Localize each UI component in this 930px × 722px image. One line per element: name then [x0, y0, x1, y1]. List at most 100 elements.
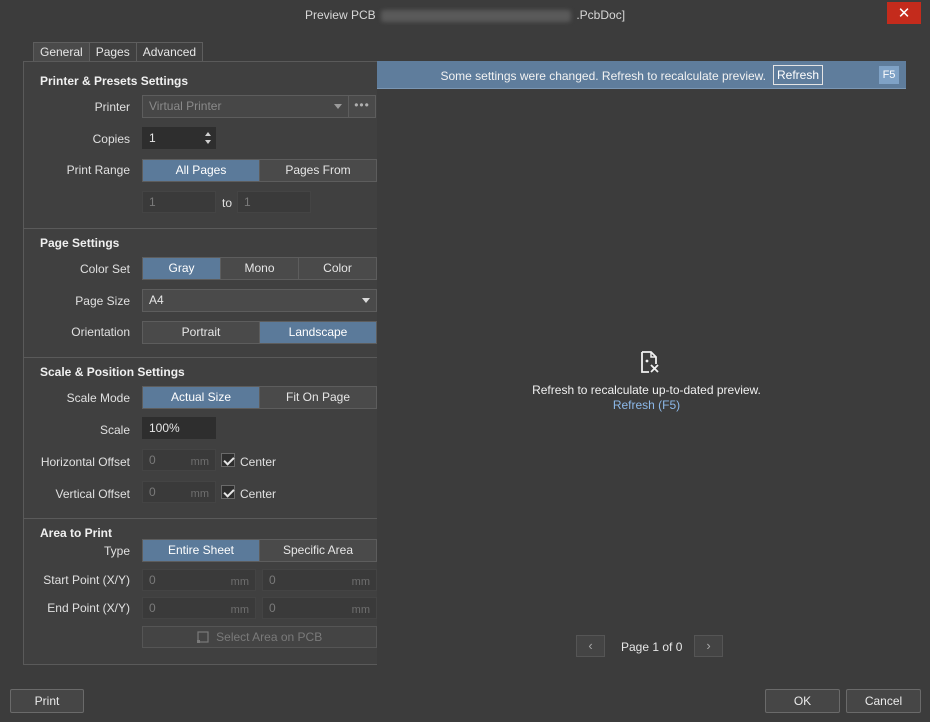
unit-label: mm: [230, 604, 249, 616]
start-y-input[interactable]: 0 mm: [262, 569, 377, 591]
start-x-value: 0: [149, 573, 156, 587]
scale-position-section: Scale & Position Settings Scale Mode Act…: [24, 358, 392, 519]
unit-label: mm: [351, 576, 370, 588]
copies-label: Copies: [92, 132, 130, 146]
area-to-print-section: Area to Print Type Entire Sheet Specific…: [24, 519, 392, 664]
horizontal-offset-input[interactable]: 0 mm: [142, 449, 216, 471]
unit-label: mm: [351, 604, 370, 616]
tab-bar: General Pages Advanced: [33, 42, 204, 61]
spin-down-icon[interactable]: [205, 140, 211, 144]
document-error-icon: [641, 351, 659, 373]
ok-button[interactable]: OK: [765, 689, 840, 713]
print-range-pages-from[interactable]: Pages From: [260, 160, 376, 181]
banner-message: Some settings were changed. Refresh to r…: [440, 69, 766, 83]
print-range-selector: All Pages Pages From: [142, 159, 377, 182]
vertical-center-checkbox[interactable]: [221, 485, 235, 499]
previous-page-button[interactable]: ‹: [576, 635, 605, 657]
end-y-input[interactable]: 0 mm: [262, 597, 377, 619]
print-range-label: Print Range: [66, 163, 130, 177]
vertical-offset-input[interactable]: 0 mm: [142, 481, 216, 503]
color-set-gray[interactable]: Gray: [143, 258, 221, 279]
tab-general[interactable]: General: [33, 42, 90, 61]
orientation-landscape[interactable]: Landscape: [260, 322, 376, 343]
copies-spinner[interactable]: 1: [142, 127, 216, 149]
printer-value: Virtual Printer: [149, 99, 222, 113]
next-page-button[interactable]: ›: [694, 635, 723, 657]
ellipsis-icon: •••: [354, 98, 370, 112]
scale-mode-label: Scale Mode: [66, 391, 130, 405]
printer-dropdown[interactable]: Virtual Printer: [142, 95, 349, 118]
color-set-mono[interactable]: Mono: [221, 258, 299, 279]
select-area-button[interactable]: Select Area on PCB: [142, 626, 377, 648]
scale-value: 100%: [149, 421, 180, 435]
area-type-selector: Entire Sheet Specific Area: [142, 539, 377, 562]
select-area-label: Select Area on PCB: [216, 630, 323, 644]
section-title: Page Settings: [40, 236, 120, 250]
unit-label: mm: [190, 488, 209, 500]
window-title-suffix: .PcbDoc]: [576, 8, 626, 22]
title-bar: Preview PCB .PcbDoc] ✕: [0, 0, 930, 30]
preview-panel: Some settings were changed. Refresh to r…: [377, 61, 906, 665]
end-y-value: 0: [269, 601, 276, 615]
banner-refresh-button[interactable]: Refresh: [773, 65, 823, 85]
orientation-portrait[interactable]: Portrait: [143, 322, 260, 343]
printer-more-button[interactable]: •••: [348, 95, 376, 118]
end-point-label: End Point (X/Y): [47, 601, 130, 615]
page-size-dropdown[interactable]: A4: [142, 289, 377, 312]
start-point-label: Start Point (X/Y): [43, 573, 130, 587]
scale-label: Scale: [99, 423, 130, 437]
chevron-down-icon: [362, 298, 370, 303]
vertical-offset-value: 0: [149, 485, 156, 499]
tab-advanced[interactable]: Advanced: [135, 42, 204, 61]
start-x-input[interactable]: 0 mm: [142, 569, 256, 591]
range-from-value: 1: [149, 195, 156, 209]
range-from-input[interactable]: 1: [142, 191, 216, 213]
page-size-label: Page Size: [75, 294, 130, 308]
tab-pages[interactable]: Pages: [88, 42, 137, 61]
page-size-value: A4: [149, 293, 164, 307]
settings-panel: Printer & Presets Settings Printer Virtu…: [23, 61, 393, 665]
scale-mode-selector: Actual Size Fit On Page: [142, 386, 377, 409]
vertical-offset-label: Vertical Offset: [55, 487, 130, 501]
preview-message: Refresh to recalculate up-to-dated previ…: [532, 383, 761, 397]
range-to-label: to: [221, 196, 232, 210]
horizontal-center-checkbox[interactable]: [221, 453, 235, 467]
scale-mode-actual-size[interactable]: Actual Size: [143, 387, 260, 408]
vertical-center-label: Center: [240, 487, 277, 501]
color-set-color[interactable]: Color: [299, 258, 376, 279]
scale-input[interactable]: 100%: [142, 417, 216, 439]
range-to-input[interactable]: 1: [237, 191, 311, 213]
color-set-selector: Gray Mono Color: [142, 257, 377, 280]
area-type-specific-area[interactable]: Specific Area: [260, 540, 376, 561]
settings-changed-banner: Some settings were changed. Refresh to r…: [377, 61, 906, 89]
section-title: Printer & Presets Settings: [40, 74, 189, 88]
start-y-value: 0: [269, 573, 276, 587]
range-to-value: 1: [244, 195, 251, 209]
unit-label: mm: [190, 456, 209, 468]
printer-label: Printer: [94, 100, 130, 114]
area-type-label: Type: [103, 544, 130, 558]
area-type-entire-sheet[interactable]: Entire Sheet: [143, 540, 260, 561]
cancel-button[interactable]: Cancel: [846, 689, 921, 713]
refresh-link[interactable]: Refresh (F5): [377, 398, 916, 412]
redacted-filename: [381, 9, 571, 22]
spin-up-icon[interactable]: [205, 132, 211, 136]
page-indicator: Page 1 of 0: [621, 640, 683, 654]
horizontal-offset-value: 0: [149, 453, 156, 467]
print-button[interactable]: Print: [10, 689, 84, 713]
select-area-icon: [196, 631, 209, 643]
print-range-all-pages[interactable]: All Pages: [143, 160, 260, 181]
end-x-value: 0: [149, 601, 156, 615]
close-button[interactable]: ✕: [887, 2, 921, 24]
scale-mode-fit-on-page[interactable]: Fit On Page: [260, 387, 376, 408]
section-title: Area to Print: [40, 526, 113, 540]
orientation-label: Orientation: [71, 325, 130, 339]
window-title: Preview PCB .PcbDoc]: [0, 8, 930, 22]
end-x-input[interactable]: 0 mm: [142, 597, 256, 619]
section-title: Scale & Position Settings: [40, 365, 185, 379]
chevron-right-icon: ›: [706, 638, 711, 653]
shortcut-badge: F5: [879, 66, 899, 84]
chevron-down-icon: [334, 104, 342, 109]
printer-presets-section: Printer & Presets Settings Printer Virtu…: [24, 62, 392, 229]
close-icon: ✕: [897, 5, 911, 22]
